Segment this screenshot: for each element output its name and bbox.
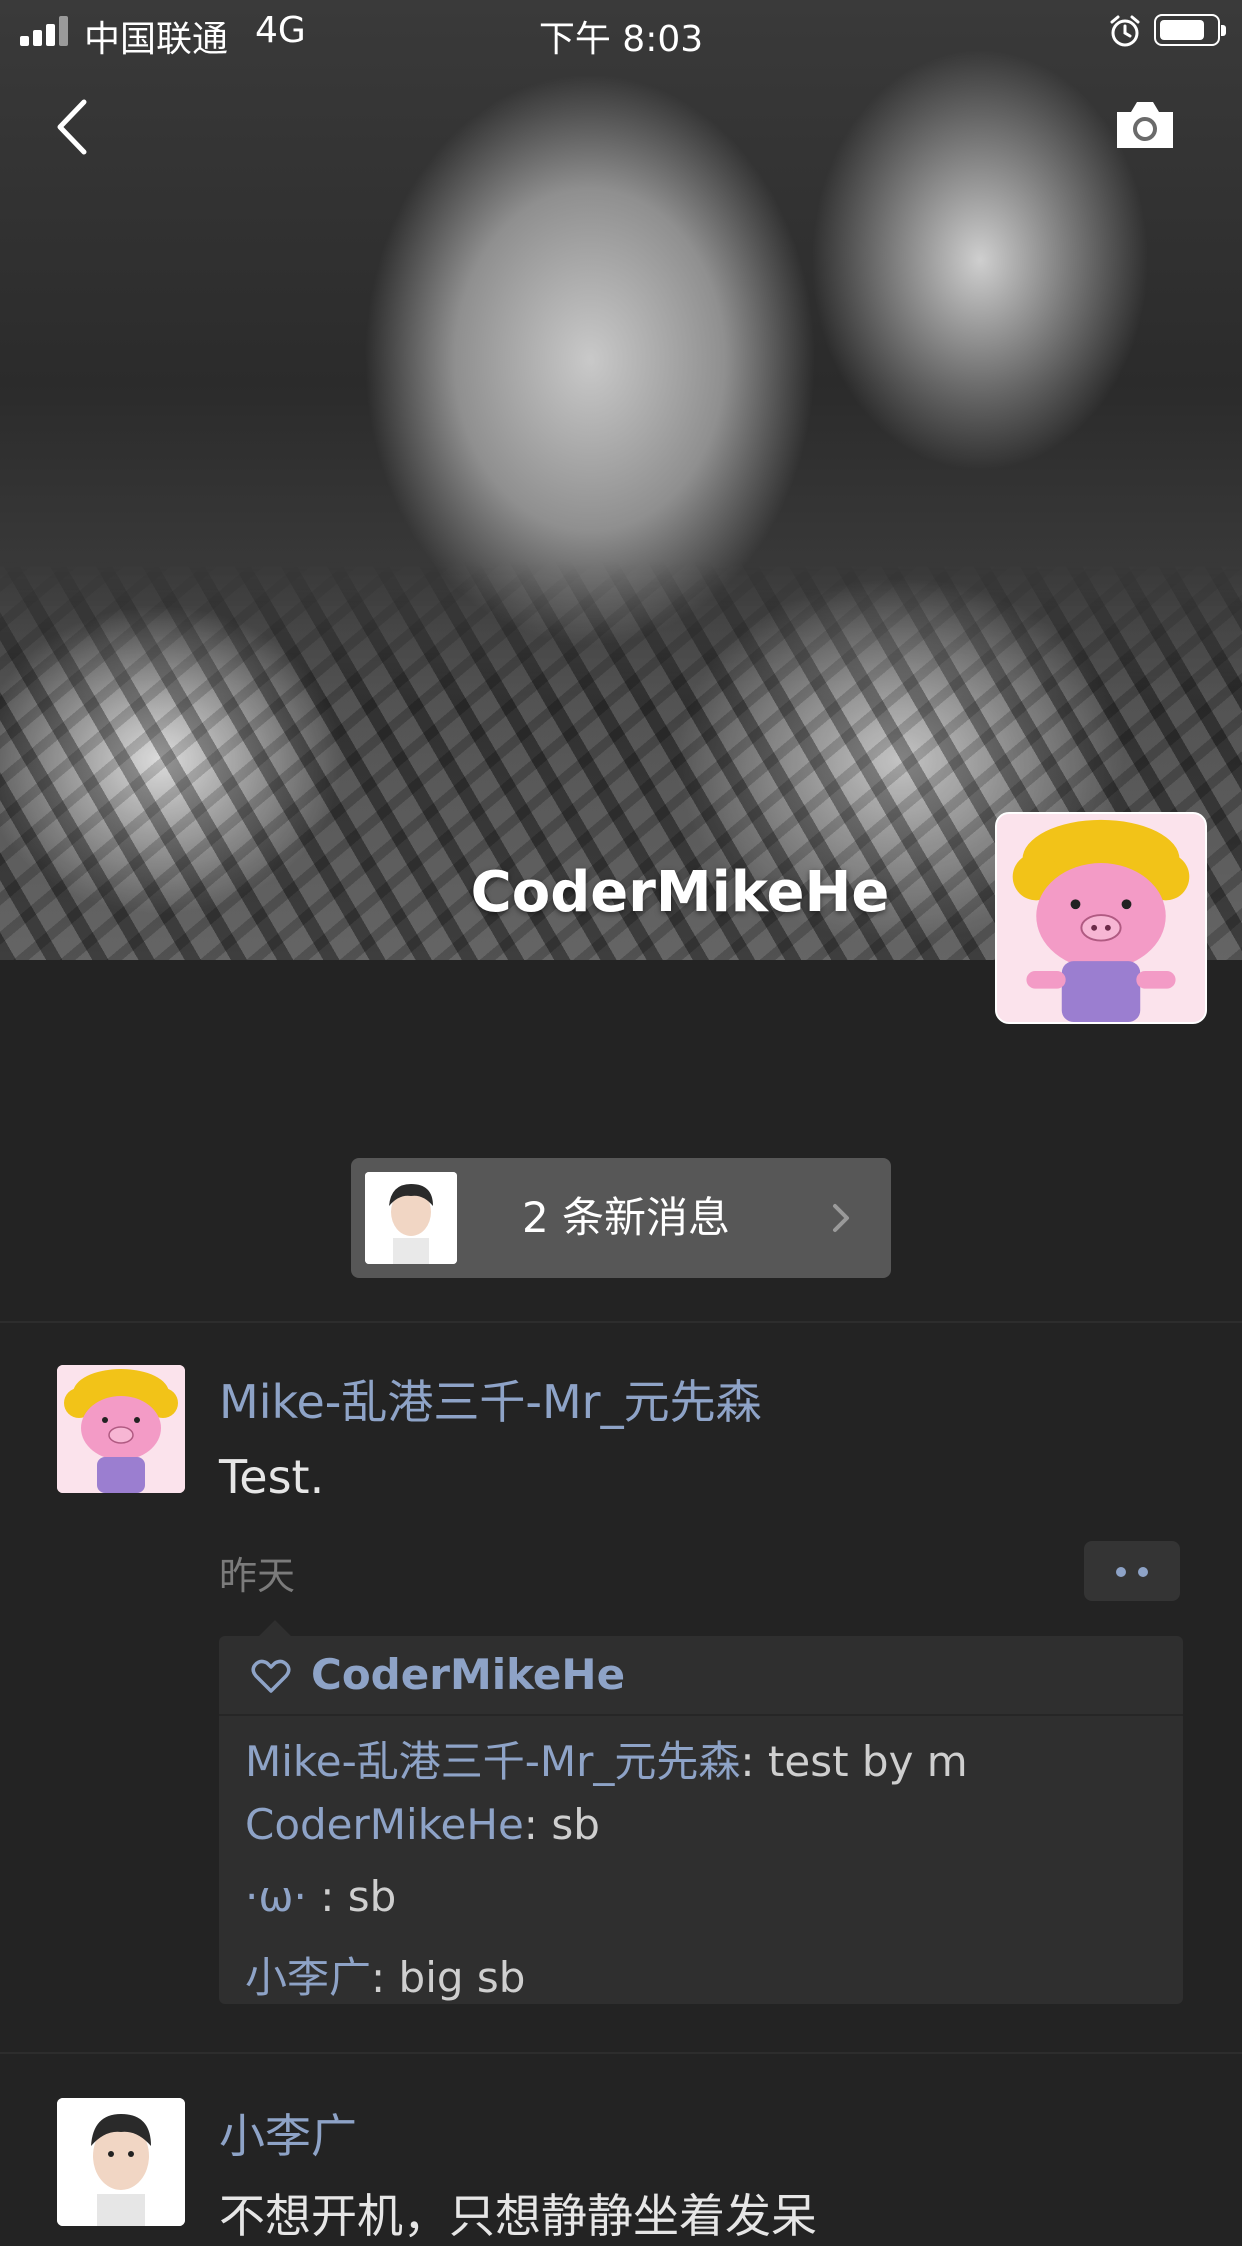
post-author-name[interactable]: 小李广 (219, 2100, 357, 2166)
comment-item[interactable]: ·ω· : sb (245, 1872, 396, 1921)
comment-author[interactable]: Mike-乱港三千-Mr_元先森 (245, 1737, 740, 1786)
chevron-right-icon (833, 1204, 849, 1232)
post-author-name[interactable]: Mike-乱港三千-Mr_元先森 (219, 1366, 762, 1432)
comment-author[interactable]: CoderMikeHe (245, 1800, 524, 1849)
comment-text: big sb (398, 1953, 526, 2002)
comment-text: test by m (767, 1737, 968, 1786)
comment-separator: : (523, 1800, 552, 1849)
post-text: Test. (219, 1450, 325, 1504)
post-author-avatar[interactable] (57, 2098, 185, 2226)
status-time: 下午 8:03 (538, 19, 704, 60)
comment-item[interactable]: 小李广: big sb (245, 1944, 525, 2005)
chevron-left-icon[interactable] (52, 98, 92, 156)
comment-text: sb (551, 1800, 600, 1849)
comment-item[interactable]: CoderMikeHe: sb (245, 1800, 600, 1849)
pig-avatar-image (997, 814, 1205, 1022)
new-message-sender-avatar (365, 1172, 457, 1264)
liker-name[interactable]: CoderMikeHe (311, 1650, 625, 1699)
post-author-avatar[interactable] (57, 1365, 185, 1493)
comment-author[interactable]: ·ω· (245, 1872, 307, 1921)
divider (0, 2052, 1242, 2054)
post-time: 昨天 (219, 1554, 296, 1598)
new-messages-button[interactable]: 2 条新消息 (351, 1158, 891, 1278)
likes-comments-box: CoderMikeHe Mike-乱港三千-Mr_元先森: test by m … (219, 1620, 1183, 2005)
heart-icon (251, 1659, 291, 1693)
caret (259, 1620, 291, 1636)
comment-separator: : (371, 1953, 399, 2002)
post-text: 不想开机，只想静静坐着发呆 (219, 2189, 817, 2243)
comment-text: sb (347, 1872, 397, 1921)
likes-row: CoderMikeHe (219, 1636, 1183, 1716)
new-messages-label: 2 条新消息 (521, 1193, 731, 1242)
comment-separator: : (740, 1737, 768, 1786)
comment-author[interactable]: 小李广 (245, 1953, 371, 2002)
status-bar: 中国联通 4G 下午 8:03 (0, 0, 1242, 62)
profile-avatar[interactable] (995, 812, 1207, 1024)
more-dots-icon[interactable] (1084, 1541, 1180, 1601)
profile-username[interactable]: CoderMikeHe (420, 860, 940, 925)
alarm-icon (1110, 15, 1140, 47)
battery-icon (1154, 14, 1226, 46)
comment-separator: : (306, 1872, 348, 1921)
comment-item[interactable]: Mike-乱港三千-Mr_元先森: test by m (245, 1728, 968, 1789)
divider (0, 1321, 1242, 1323)
camera-icon[interactable] (1113, 98, 1177, 152)
